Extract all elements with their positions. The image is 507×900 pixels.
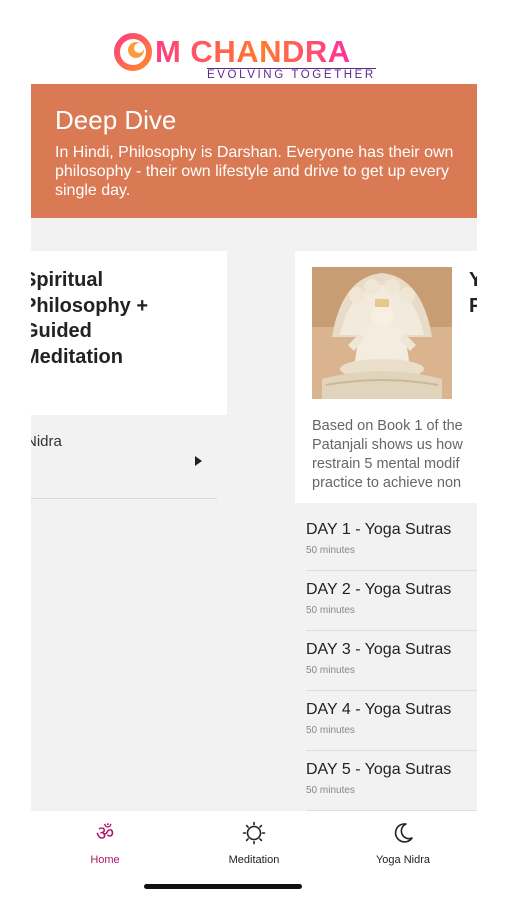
logo-text: M CHANDRA [155, 34, 351, 69]
day-title: DAY 1 - Yoga Sutras [306, 521, 452, 538]
app-header: M CHANDRA EVOLVING TOGETHER [31, 0, 477, 84]
banner-description: In Hindi, Philosophy is Darshan. Everyon… [55, 144, 454, 199]
play-icon[interactable] [195, 456, 202, 466]
day-duration: 50 minutes [306, 725, 355, 736]
om-icon: ॐ [96, 821, 114, 845]
deep-dive-banner: Deep Dive In Hindi, Philosophy is Darsha… [31, 84, 477, 218]
list-item-day-2[interactable]: DAY 2 - Yoga Sutras 50 minutes [306, 571, 477, 631]
day-title: DAY 4 - Yoga Sutras [306, 701, 452, 718]
home-indicator[interactable] [144, 884, 302, 889]
svg-text:ॐ: ॐ [96, 821, 114, 845]
tab-label: Yoga Nidra [375, 854, 431, 866]
course-card-spiritual-philosophy[interactable]: Spiritual Philosophy + Guided Meditation [31, 251, 227, 415]
day-title: DAY 5 - Yoga Sutras [306, 761, 452, 778]
logo-o-icon [114, 33, 152, 71]
course-card-yoga-sutras[interactable]: Y P Based on Book 1 of the Patanjali sho… [295, 251, 477, 503]
day-duration: 50 minutes [306, 545, 355, 556]
tab-label: Home [90, 854, 120, 866]
list-item-day-3[interactable]: DAY 3 - Yoga Sutras 50 minutes [306, 631, 477, 691]
list-item-day-5[interactable]: DAY 5 - Yoga Sutras 50 minutes [306, 751, 477, 811]
course-card-description: Based on Book 1 of the Patanjali shows u… [312, 418, 463, 491]
banner-title: Deep Dive [55, 105, 177, 135]
list-item-nidra[interactable]: Nidra [31, 433, 217, 499]
list-item-day-4[interactable]: DAY 4 - Yoga Sutras 50 minutes [306, 691, 477, 751]
day-list: DAY 1 - Yoga Sutras 50 minutes DAY 2 - Y… [306, 511, 477, 811]
day-duration: 50 minutes [306, 785, 355, 796]
deity-statue-image [312, 267, 452, 399]
course-card-title: Y P [469, 269, 477, 317]
logo-tagline: EVOLVING TOGETHER [207, 68, 376, 81]
day-title: DAY 3 - Yoga Sutras [306, 641, 452, 658]
tab-meditation[interactable]: Meditation [180, 821, 328, 866]
day-duration: 50 minutes [306, 605, 355, 616]
day-duration: 50 minutes [306, 665, 355, 676]
app-screen: M CHANDRA EVOLVING TOGETHER Deep Dive In… [31, 0, 477, 900]
list-item-day-1[interactable]: DAY 1 - Yoga Sutras 50 minutes [306, 511, 477, 571]
moon-icon [394, 823, 413, 843]
list-item-label: Nidra [31, 433, 62, 450]
tab-yoga-nidra[interactable]: Yoga Nidra [329, 821, 477, 866]
om-chandra-logo[interactable]: M CHANDRA EVOLVING TOGETHER [113, 32, 393, 84]
day-title: DAY 2 - Yoga Sutras [306, 581, 452, 598]
sun-icon [242, 821, 266, 845]
tab-home[interactable]: ॐ Home [31, 821, 179, 866]
tab-label: Meditation [228, 854, 280, 866]
course-card-title: Spiritual Philosophy + Guided Meditation [31, 269, 149, 368]
